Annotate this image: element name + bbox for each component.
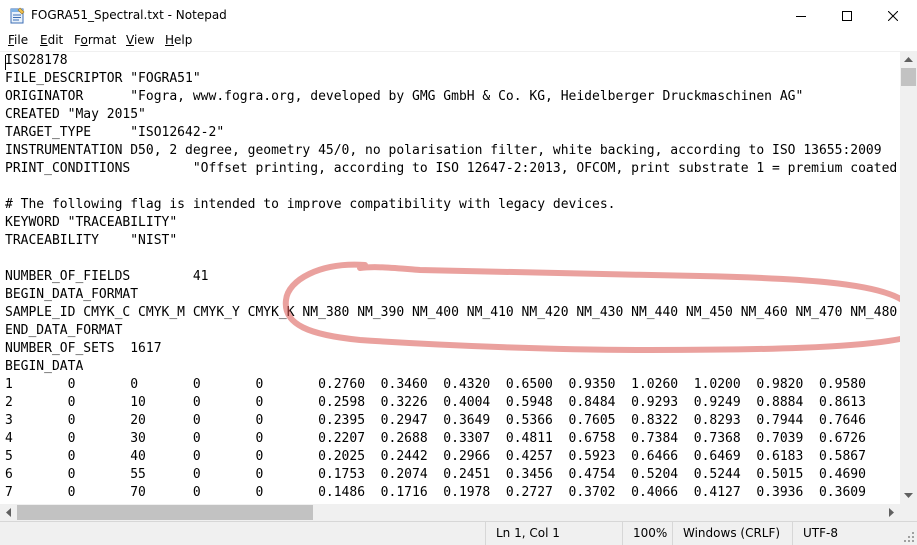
status-bar: Ln 1, Col 1 100% Windows (CRLF) UTF-8 [0, 521, 917, 545]
status-line-endings: Windows (CRLF) [672, 522, 792, 545]
scroll-right-arrow-icon[interactable] [883, 504, 900, 521]
text-line: # The following flag is intended to impr… [5, 197, 616, 212]
close-button[interactable] [870, 0, 916, 31]
menu-view[interactable]: View [126, 33, 154, 47]
scroll-down-arrow-icon[interactable] [900, 487, 917, 504]
text-line: TARGET_TYPE "ISO12642-2" [5, 125, 225, 140]
text-line: 1 0 0 0 0 0.2760 0.3460 0.4320 0.6500 0.… [5, 377, 866, 392]
minimize-icon [796, 15, 806, 17]
menu-file[interactable]: File [8, 33, 28, 47]
vertical-scroll-thumb[interactable] [901, 68, 916, 86]
close-icon [888, 10, 898, 21]
text-line: PRINT_CONDITIONS "Offset printing, accor… [5, 161, 898, 176]
text-line: SAMPLE_ID CMYK_C CMYK_M CMYK_Y CMYK_K NM… [5, 305, 898, 320]
text-line: 5 0 40 0 0 0.2025 0.2442 0.2966 0.4257 0… [5, 449, 866, 464]
status-encoding: UTF-8 [792, 522, 917, 545]
title-bar[interactable]: FOGRA51_Spectral.txt - Notepad [0, 0, 917, 31]
minimize-button[interactable] [778, 0, 824, 31]
text-line: 2 0 10 0 0 0.2598 0.3226 0.4004 0.5948 0… [5, 395, 866, 410]
text-line: 6 0 55 0 0 0.1753 0.2074 0.2451 0.3456 0… [5, 467, 866, 482]
text-line: ISO28178 [5, 53, 68, 68]
menu-help[interactable]: Help [165, 33, 192, 47]
text-line: FILE_DESCRIPTOR "FOGRA51" [5, 71, 201, 86]
window-title: FOGRA51_Spectral.txt - Notepad [31, 8, 227, 22]
horizontal-scroll-thumb[interactable] [17, 505, 313, 520]
text-line: KEYWORD "TRACEABILITY" [5, 215, 178, 230]
scroll-up-arrow-icon[interactable] [900, 51, 917, 68]
text-line: BEGIN_DATA [5, 359, 84, 374]
notepad-icon [9, 7, 25, 24]
text-line: 3 0 20 0 0 0.2395 0.2947 0.3649 0.5366 0… [5, 413, 866, 428]
text-line: 7 0 70 0 0 0.1486 0.1716 0.1978 0.2727 0… [5, 485, 866, 500]
vertical-scrollbar[interactable] [900, 51, 917, 504]
text-line: INSTRUMENTATION D50, 2 degree, geometry … [5, 143, 882, 158]
text-line: 4 0 30 0 0 0.2207 0.2688 0.3307 0.4811 0… [5, 431, 866, 446]
menu-format[interactable]: Format [74, 33, 116, 47]
text-line: ORIGINATOR "Fogra, www.fogra.org, develo… [5, 89, 804, 104]
text-line: TRACEABILITY "NIST" [5, 233, 178, 248]
maximize-button[interactable] [824, 0, 870, 31]
text-line: NUMBER_OF_FIELDS 41 [5, 269, 209, 284]
menu-bar: File Edit Format View Help [0, 31, 917, 51]
resize-grip-icon[interactable] [903, 531, 915, 543]
scrollbar-corner [900, 504, 917, 521]
status-zoom: 100% [622, 522, 672, 545]
text-editor[interactable]: ISO28178 FILE_DESCRIPTOR "FOGRA51" ORIGINA… [0, 51, 900, 504]
text-line: BEGIN_DATA_FORMAT [5, 287, 139, 302]
status-cursor-position: Ln 1, Col 1 [485, 522, 622, 545]
text-line: CREATED "May 2015" [5, 107, 146, 122]
maximize-icon [842, 10, 852, 21]
horizontal-scrollbar[interactable] [0, 504, 900, 521]
text-line: END_DATA_FORMAT [5, 323, 123, 338]
scroll-left-arrow-icon[interactable] [0, 504, 17, 521]
menu-edit[interactable]: Edit [40, 33, 63, 47]
text-line: NUMBER_OF_SETS 1617 [5, 341, 162, 356]
